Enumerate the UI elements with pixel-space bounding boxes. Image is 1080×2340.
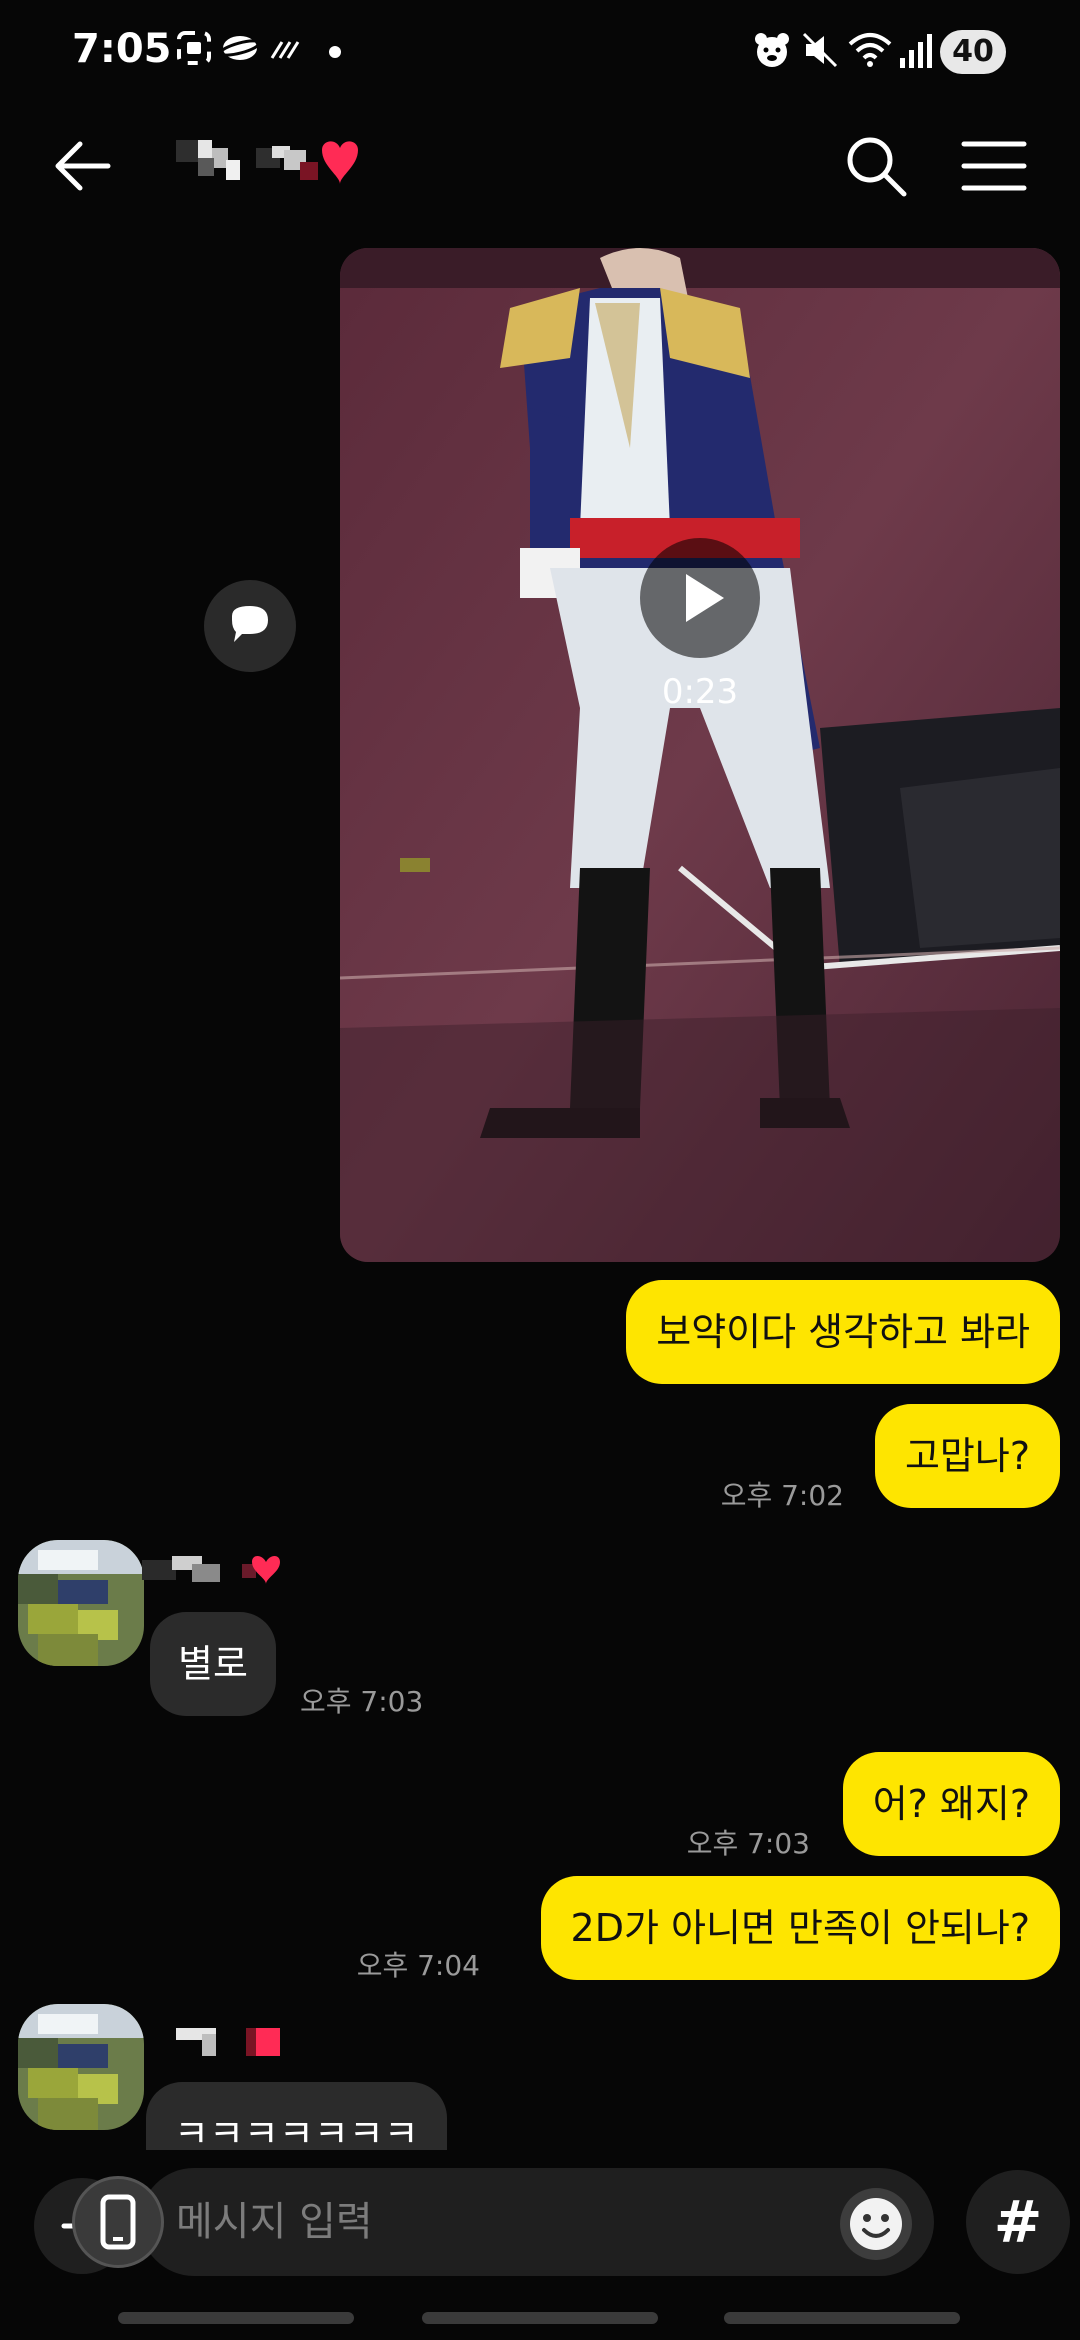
avatar[interactable] xyxy=(18,2004,144,2130)
sender-name xyxy=(142,1550,292,1586)
message-bubble[interactable]: ㅋㅋㅋㅋㅋㅋㅋ xyxy=(146,2082,447,2150)
smiley-icon xyxy=(850,2198,902,2250)
nav-handle[interactable] xyxy=(724,2312,960,2324)
emoji-button[interactable] xyxy=(840,2188,912,2260)
message-bubble[interactable]: 별로 xyxy=(150,1612,276,1716)
video-thumbnail xyxy=(340,248,1060,1262)
signal-noise-icon xyxy=(268,30,304,70)
status-time: 7:05 xyxy=(72,26,172,72)
phone-icon xyxy=(100,2194,136,2250)
message-timestamp: 오후 7:04 xyxy=(356,1949,480,1982)
video-duration: 0:23 xyxy=(661,672,739,712)
hamburger-icon xyxy=(961,141,1027,191)
play-button[interactable] xyxy=(640,538,760,658)
arrow-left-icon xyxy=(55,141,111,191)
message-bubble[interactable]: 보약이다 생각하고 봐라 xyxy=(626,1280,1060,1384)
play-icon xyxy=(686,574,724,622)
chat-title[interactable] xyxy=(172,134,362,198)
mute-icon xyxy=(800,30,840,74)
nav-handle[interactable] xyxy=(422,2312,658,2324)
avatar[interactable] xyxy=(18,1540,144,1666)
share-button[interactable] xyxy=(204,580,296,672)
floating-phone-button[interactable] xyxy=(72,2176,164,2268)
message-timestamp: 오후 7:03 xyxy=(686,1827,810,1860)
screenshot-icon xyxy=(176,30,212,70)
menu-button[interactable] xyxy=(958,130,1030,202)
sender-name xyxy=(172,2024,322,2060)
dot-icon xyxy=(328,44,342,63)
battery-indicator: 40 xyxy=(940,30,1006,74)
message-timestamp: 오후 7:02 xyxy=(720,1479,844,1512)
cloud-icon xyxy=(219,30,261,70)
message-bubble[interactable]: 어? 왜지? xyxy=(842,1752,1060,1856)
back-button[interactable] xyxy=(48,130,120,202)
search-button[interactable] xyxy=(840,130,912,202)
message-bubble[interactable]: 고맙나? xyxy=(874,1404,1060,1508)
cell-signal-icon xyxy=(898,30,934,74)
hashtag-button[interactable]: # xyxy=(966,2170,1070,2274)
search-icon xyxy=(847,137,907,197)
message-input[interactable] xyxy=(140,2168,934,2276)
speech-bubble-icon xyxy=(232,606,268,642)
message-timestamp: 오후 7:03 xyxy=(300,1685,424,1718)
wifi-icon xyxy=(848,30,892,74)
message-bubble[interactable]: 2D가 아니면 만족이 안되나? xyxy=(540,1876,1060,1980)
bear-icon xyxy=(752,30,792,74)
nav-handle[interactable] xyxy=(118,2312,354,2324)
video-message[interactable] xyxy=(340,248,1060,1262)
